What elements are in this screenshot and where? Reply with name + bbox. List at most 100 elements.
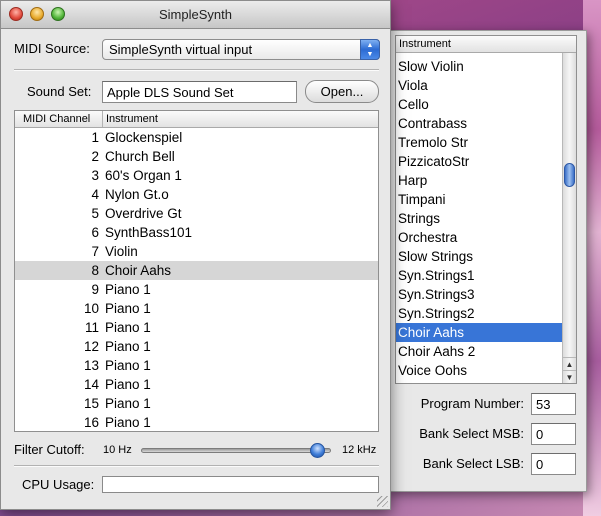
- channel-table: MIDI Channel Instrument 1 Glockenspiel 2 Ch…: [14, 110, 379, 432]
- arrow-down-icon[interactable]: ▼: [563, 370, 576, 383]
- channel-number: 7: [91, 244, 99, 259]
- list-item[interactable]: Harp: [396, 171, 564, 190]
- filter-cutoff-label: Filter Cutoff:: [14, 442, 85, 457]
- list-item[interactable]: Slow Strings: [396, 247, 564, 266]
- list-item[interactable]: Timpani: [396, 190, 564, 209]
- table-row[interactable]: 14 Piano 1: [15, 375, 378, 394]
- column-header-midi-channel[interactable]: MIDI Channel: [15, 111, 103, 127]
- table-row[interactable]: 4 Nylon Gt.o: [15, 185, 378, 204]
- channel-instrument: Piano 1: [105, 301, 151, 316]
- channel-number: 12: [83, 339, 99, 354]
- channel-instrument: Piano 1: [105, 339, 151, 354]
- list-item[interactable]: Tremolo Str: [396, 133, 564, 152]
- sound-set-label: Sound Set:: [27, 84, 92, 99]
- channel-number: 11: [84, 320, 99, 335]
- list-item[interactable]: Orchestra: [396, 228, 564, 247]
- separator: [14, 69, 379, 71]
- table-row[interactable]: 6 SynthBass101: [15, 223, 378, 242]
- separator: [14, 465, 379, 467]
- channel-number: 3: [91, 168, 99, 183]
- bank-lsb-field[interactable]: 0: [531, 453, 576, 475]
- channel-instrument: 60's Organ 1: [105, 168, 182, 183]
- channel-instrument: Piano 1: [105, 358, 151, 373]
- channel-number: 14: [83, 377, 99, 392]
- filter-cutoff-slider[interactable]: [141, 443, 331, 458]
- list-item[interactable]: Slow Violin: [396, 57, 564, 76]
- channel-instrument: Nylon Gt.o: [105, 187, 169, 202]
- instrument-list-header[interactable]: Instrument: [396, 36, 576, 53]
- instrument-list-scrollbar[interactable]: ▲ ▼: [562, 53, 576, 383]
- arrow-up-icon[interactable]: ▲: [563, 357, 576, 370]
- channel-instrument: Piano 1: [105, 377, 151, 392]
- list-item[interactable]: Choir Aahs: [396, 323, 564, 342]
- column-header-instrument[interactable]: Instrument: [103, 111, 158, 127]
- instrument-panel: Instrument Slow Violin Viola Cello Contraba…: [386, 30, 587, 492]
- table-row[interactable]: 7 Violin: [15, 242, 378, 261]
- list-item[interactable]: Choir Aahs 2: [396, 342, 564, 361]
- channel-instrument: Piano 1: [105, 320, 151, 335]
- up-down-chevron-icon: ▲ ▼: [360, 39, 380, 60]
- channel-table-body: 1 Glockenspiel 2 Church Bell 3 60's Organ 1 4N…: [15, 128, 378, 431]
- title-bar[interactable]: SimpleSynth: [1, 1, 390, 29]
- table-row[interactable]: 8 Choir Aahs: [15, 261, 378, 280]
- midi-source-popup[interactable]: SimpleSynth virtual input ▲ ▼: [102, 39, 380, 60]
- midi-source-value: SimpleSynth virtual input: [109, 42, 253, 57]
- table-row[interactable]: 12 Piano 1: [15, 337, 378, 356]
- list-item[interactable]: Cello: [396, 95, 564, 114]
- resize-handle[interactable]: [377, 496, 388, 507]
- program-number-field[interactable]: 53: [531, 393, 576, 415]
- channel-number: 9: [91, 282, 99, 297]
- table-row[interactable]: 3 60's Organ 1: [15, 166, 378, 185]
- channel-number: 5: [91, 206, 99, 221]
- open-button[interactable]: Open...: [305, 80, 379, 103]
- list-item[interactable]: Syn.Strings3: [396, 285, 564, 304]
- window-title: SimpleSynth: [159, 7, 232, 22]
- list-item[interactable]: Strings: [396, 209, 564, 228]
- cpu-usage-label: CPU Usage:: [22, 477, 95, 492]
- table-row[interactable]: 5 Overdrive Gt: [15, 204, 378, 223]
- channel-number: 6: [91, 225, 99, 240]
- simplesynth-window: SimpleSynth MIDI Source: SimpleSynth vir…: [0, 0, 391, 510]
- list-item[interactable]: PizzicatoStr: [396, 152, 564, 171]
- instrument-list: Instrument Slow Violin Viola Cello Contraba…: [395, 35, 577, 384]
- bank-lsb-label: Bank Select LSB:: [422, 456, 524, 471]
- table-row[interactable]: 1 Glockenspiel: [15, 128, 378, 147]
- program-number-label: Program Number:: [420, 396, 524, 411]
- instrument-list-rows: Slow Violin Viola Cello Contrabass Tremolo S…: [396, 57, 564, 380]
- channel-instrument: Choir Aahs: [105, 263, 172, 278]
- table-row[interactable]: 10 Piano 1: [15, 299, 378, 318]
- bank-msb-field[interactable]: 0: [531, 423, 576, 445]
- channel-number: 15: [83, 396, 99, 411]
- scrollbar-thumb[interactable]: [564, 163, 575, 187]
- list-item[interactable]: Viola: [396, 76, 564, 95]
- list-item[interactable]: Syn.Strings2: [396, 304, 564, 323]
- channel-instrument: Overdrive Gt: [105, 206, 182, 221]
- channel-instrument: Violin: [105, 244, 138, 259]
- bank-msb-label: Bank Select MSB:: [419, 426, 524, 441]
- table-row[interactable]: 11 Piano 1: [15, 318, 378, 337]
- sound-set-field[interactable]: Apple DLS Sound Set: [102, 81, 297, 103]
- list-item[interactable]: Syn.Strings1: [396, 266, 564, 285]
- midi-source-label: MIDI Source:: [14, 41, 90, 56]
- filter-min-label: 10 Hz: [103, 444, 132, 456]
- channel-instrument: Church Bell: [105, 149, 175, 164]
- bank-msb-row: Bank Select MSB: 0: [387, 423, 587, 445]
- channel-instrument: SynthBass101: [105, 225, 193, 240]
- cpu-usage-meter: [102, 476, 379, 493]
- table-row[interactable]: 13 Piano 1: [15, 356, 378, 375]
- table-row[interactable]: 9 Piano 1: [15, 280, 378, 299]
- channel-instrument: Piano 1: [105, 396, 151, 411]
- table-row[interactable]: 16 Piano 1: [15, 413, 378, 431]
- table-row[interactable]: 2 Church Bell: [15, 147, 378, 166]
- channel-number: 1: [91, 130, 99, 145]
- table-row[interactable]: 15 Piano 1: [15, 394, 378, 413]
- channel-number: 8: [91, 263, 99, 278]
- list-item[interactable]: Contrabass: [396, 114, 564, 133]
- filter-max-label: 12 kHz: [342, 444, 377, 456]
- program-number-row: Program Number: 53: [387, 393, 587, 415]
- slider-knob[interactable]: [310, 443, 325, 458]
- channel-number: 10: [83, 301, 99, 316]
- channel-instrument: Piano 1: [105, 282, 151, 297]
- channel-number: 16: [83, 415, 99, 430]
- list-item[interactable]: Voice Oohs: [396, 361, 564, 380]
